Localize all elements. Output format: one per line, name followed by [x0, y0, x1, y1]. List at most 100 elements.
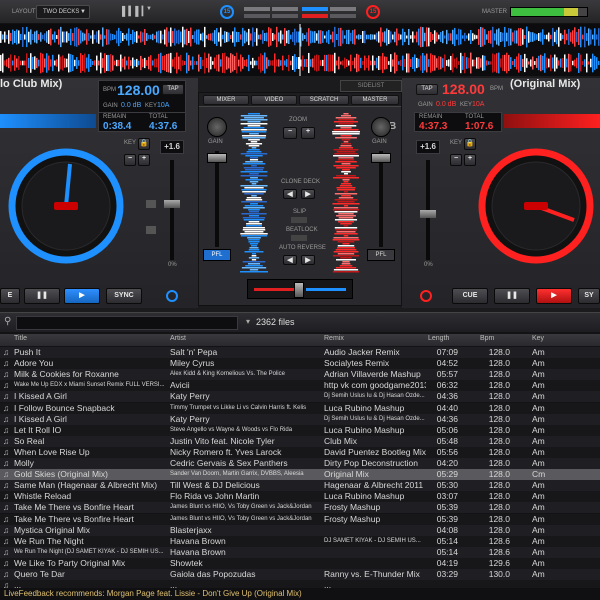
key-label: KEY — [460, 102, 473, 108]
loop-icon[interactable] — [166, 290, 178, 302]
table-row[interactable]: ♫ Take Me There vs Bonfire Heart James Blu… — [0, 513, 600, 525]
lock-icon[interactable]: 🔒 — [464, 138, 476, 150]
tab-master[interactable]: MASTER — [351, 95, 399, 105]
table-row[interactable]: ♫ Gold Skies (Original Mix) Sander Van Doo… — [0, 469, 600, 481]
table-row[interactable]: ♫ When Love Rise Up Nicky Romero ft. Yves … — [0, 446, 600, 458]
table-row[interactable]: ♫ Take Me There vs Bonfire Heart James Blu… — [0, 502, 600, 514]
cue-button[interactable]: CUE — [452, 288, 488, 304]
reverse-left-button[interactable]: ◀ — [283, 255, 297, 265]
auto-reverse-label: AUTO REVERSE — [279, 245, 326, 251]
col-length[interactable]: Length — [428, 335, 449, 342]
beatlock-label: BEATLOCK — [286, 227, 318, 233]
volume-fader-right-track[interactable] — [379, 151, 383, 247]
col-key[interactable]: Key — [532, 335, 544, 342]
cell-title: I Kissed A Girl — [14, 413, 67, 424]
table-row[interactable]: ♫ Same Man (Hagenaar & Albrecht Mix) Till … — [0, 480, 600, 492]
cue-button[interactable]: E — [0, 288, 20, 304]
deck-left-badge[interactable]: 15 — [220, 5, 234, 19]
zoom-plus-button[interactable]: + — [301, 127, 315, 139]
pitch-slider-track[interactable] — [170, 160, 174, 260]
table-row[interactable]: ♫ I Kissed A Girl Katy Perry Dj Semih Uslus… — [0, 391, 600, 403]
table-row[interactable]: ♫ Molly Cedric Gervais & Sex Panthers Dirty… — [0, 458, 600, 470]
waveform-mode-icon[interactable]: ▌▍▌▎ — [122, 6, 149, 18]
waveform-overview[interactable] — [0, 24, 600, 76]
pitch-slider-handle[interactable] — [164, 200, 180, 208]
table-row[interactable]: ♫ Mystica Original Mix Blasterjaxx 04:08 128… — [0, 524, 600, 536]
table-row[interactable]: ♫ Wake Me Up EDX x Miami Sunset Remix FUL… — [0, 380, 600, 392]
zoom-label: ZOOM — [289, 117, 307, 123]
slip-toggle[interactable] — [291, 217, 307, 223]
key-plus-button[interactable]: + — [138, 154, 150, 166]
table-row[interactable]: ♫ So Real Justin Vito feat. Nicole Tyler Cl… — [0, 435, 600, 447]
table-row[interactable]: ♫ Quero Te Dar Gaiola das Popozudas Ranny v… — [0, 569, 600, 581]
mix-bar-active-2 — [302, 14, 328, 18]
tab-video[interactable]: VIDEO — [251, 95, 297, 105]
search-input[interactable] — [16, 316, 238, 330]
dropdown-icon[interactable]: ▾ — [246, 317, 250, 326]
clone-left-button[interactable]: ◀ — [283, 189, 297, 199]
play-icon[interactable]: ▶ — [64, 288, 100, 304]
sidelist-button[interactable]: SIDELIST — [340, 80, 402, 92]
cell-remix: Socialytes Remix — [324, 358, 390, 369]
reverse-right-button[interactable]: ▶ — [301, 255, 315, 265]
cell-bpm: 128.0 — [488, 402, 510, 413]
volume-fader-left-handle[interactable] — [207, 153, 227, 163]
table-row[interactable]: ♫ Whistle Reload Flo Rida vs John Martin Lu… — [0, 491, 600, 503]
cell-title: Wake Me Up EDX x Miami Sunset Remix FULL… — [14, 382, 165, 389]
table-row[interactable]: ♫ Let It Roll IO Steve Angello vs Wayne & … — [0, 424, 600, 436]
sync-button[interactable]: SYNC — [106, 288, 142, 304]
pfl-right-button[interactable]: PFL — [367, 249, 395, 261]
gain-knob-left[interactable] — [207, 117, 227, 137]
cell-key: Cm — [532, 469, 546, 480]
tap-button[interactable]: TAP — [162, 84, 184, 95]
cell-artist: Alex Kidd & King Kornelious Vs. The Poli… — [170, 371, 285, 378]
nudge-left[interactable] — [146, 200, 156, 208]
key-minus-button[interactable]: − — [450, 154, 462, 166]
key-plus-button[interactable]: + — [464, 154, 476, 166]
nudge-right[interactable] — [146, 226, 156, 234]
pause-icon[interactable]: ❚❚ — [494, 288, 530, 304]
table-row[interactable]: ♫ Milk & Cookies for Roxanne Alex Kidd & K… — [0, 369, 600, 381]
music-note-icon: ♫ — [3, 380, 10, 391]
volume-fader-left-track[interactable] — [215, 151, 219, 247]
pause-icon[interactable]: ❚❚ — [24, 288, 60, 304]
zoom-minus-button[interactable]: − — [283, 127, 297, 139]
tab-scratch[interactable]: SCRATCH — [299, 95, 349, 105]
pfl-left-button[interactable]: PFL — [203, 249, 231, 261]
table-row[interactable]: ♫ We Run The Night (DJ SAMET KIYAK - DJ S… — [0, 546, 600, 558]
table-row[interactable]: ♫ I Follow Bounce Snapback Timmy Trumpet v… — [0, 402, 600, 414]
search-icon[interactable]: ⚲ — [4, 316, 11, 327]
deck-left-jogwheel[interactable] — [8, 148, 124, 264]
col-remix[interactable]: Remix — [324, 335, 344, 342]
table-row[interactable]: ♫ I Kissed A Girl Katy Perry Dj Semih Uslus… — [0, 413, 600, 425]
col-title[interactable]: Title — [14, 335, 27, 342]
music-note-icon: ♫ — [3, 391, 10, 402]
deck-right-jogwheel[interactable] — [478, 148, 594, 264]
layout-dropdown[interactable]: TWO DECKS ▼ — [36, 5, 90, 19]
sync-button[interactable]: SY — [578, 288, 600, 304]
crossfader-handle[interactable] — [294, 282, 304, 298]
table-row[interactable]: ♫ Adore You Miley Cyrus Socialytes Remix 04:… — [0, 358, 600, 370]
col-bpm[interactable]: Bpm — [480, 335, 494, 342]
tab-mixer[interactable]: MIXER — [203, 95, 249, 105]
cell-key: Am — [532, 502, 545, 513]
col-artist[interactable]: Artist — [170, 335, 186, 342]
key-minus-button[interactable]: − — [124, 154, 136, 166]
chevron-down-icon[interactable]: ▼ — [146, 6, 152, 12]
table-row[interactable]: ♫ Push It Salt 'n' Pepa Audio Jacker Remix 0… — [0, 347, 600, 359]
crossfader[interactable] — [247, 279, 353, 299]
clone-right-button[interactable]: ▶ — [301, 189, 315, 199]
table-row[interactable]: ♫ We Run The Night Havana Brown DJ SAMET KI… — [0, 535, 600, 547]
music-note-icon: ♫ — [3, 535, 10, 546]
loop-icon[interactable] — [420, 290, 432, 302]
volume-fader-right-handle[interactable] — [371, 153, 391, 163]
table-row[interactable]: ♫ We Like To Party Original Mix Showtek 04:… — [0, 557, 600, 569]
play-icon[interactable]: ▶ — [536, 288, 572, 304]
lock-icon[interactable]: 🔒 — [138, 138, 150, 150]
pitch-slider-handle[interactable] — [420, 210, 436, 218]
livefeed-bar[interactable]: LiveFeedback recommends: Morgan Page fea… — [0, 588, 600, 600]
deck-right-badge[interactable]: 15 — [366, 5, 380, 19]
cell-key: Am — [532, 458, 545, 468]
beatlock-toggle[interactable] — [291, 235, 307, 241]
gain-knob-right[interactable] — [371, 117, 391, 137]
